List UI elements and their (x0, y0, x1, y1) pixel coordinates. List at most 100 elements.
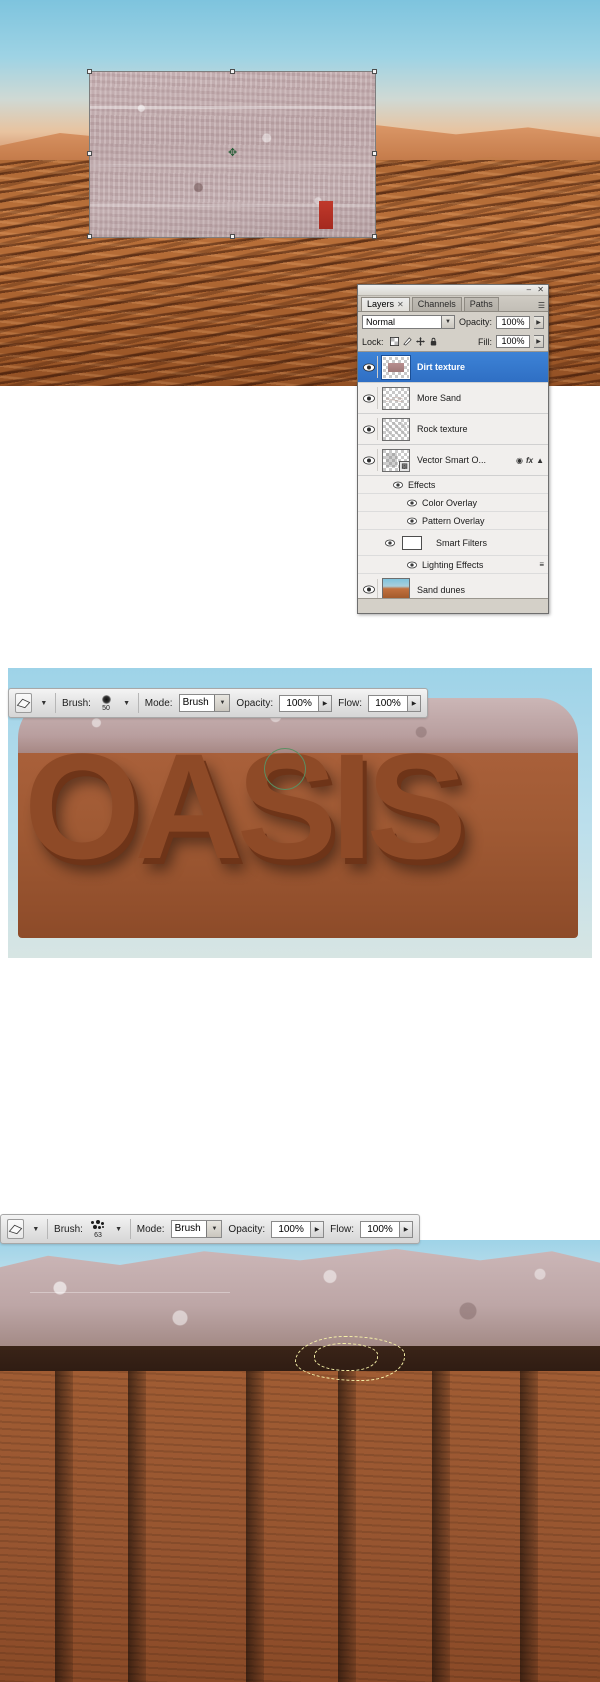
sub-row-label: Color Overlay (422, 497, 478, 508)
eraser-options-bar-top[interactable]: ▼ Brush: 50 ▼ Mode: Brush ▼ Opacity: 100… (8, 688, 428, 718)
layer-row-rock-texture[interactable]: Rock texture (358, 414, 548, 445)
sub-row-effects[interactable]: Effects (358, 476, 548, 494)
close-icon[interactable]: ✕ (397, 298, 404, 311)
sub-row-pattern-overlay[interactable]: Pattern Overlay (358, 512, 548, 530)
mode-select[interactable]: Brush ▼ (170, 1220, 223, 1238)
flow-slider-arrow-icon[interactable]: ▶ (400, 1220, 414, 1238)
soft-round-brush-icon[interactable]: 50 (97, 692, 115, 714)
mode-label: Mode: (136, 1223, 165, 1235)
lock-image-pixels-icon[interactable] (402, 337, 412, 346)
layer-thumbnail[interactable] (381, 354, 411, 380)
sub-row-color-overlay[interactable]: Color Overlay (358, 494, 548, 512)
flow-input[interactable]: 100% (368, 694, 409, 712)
texture-streak (90, 106, 375, 109)
sub-row-smart-filters[interactable]: Smart Filters (358, 530, 548, 556)
lock-fill-row[interactable]: Lock: Fill: 100% ▶ (358, 332, 548, 351)
letter-shadow-pillar (246, 1371, 264, 1682)
tool-preset-caret-icon[interactable]: ▼ (38, 700, 49, 707)
tab-channels-label: Channels (417, 299, 456, 309)
lasso-selection-marching-ants[interactable] (295, 1336, 405, 1381)
opacity-slider-arrow-icon[interactable]: ▶ (311, 1220, 325, 1238)
opacity-input[interactable]: 100% (271, 1220, 312, 1238)
transform-handle-tr[interactable] (372, 69, 377, 74)
tool-preset-caret-icon[interactable]: ▼ (30, 1226, 41, 1233)
transform-handle-tc[interactable] (230, 69, 235, 74)
panel-tab-strip[interactable]: Layers ✕ Channels Paths ☰ (358, 296, 548, 312)
mode-select[interactable]: Brush ▼ (178, 694, 231, 712)
cliff-front-face (0, 1371, 600, 1682)
filter-settings-icon[interactable]: ≡ (539, 560, 548, 569)
tab-paths[interactable]: Paths (463, 297, 499, 311)
eraser-tool-icon[interactable] (15, 693, 33, 713)
transform-handle-ml[interactable] (87, 151, 92, 156)
chevron-down-icon[interactable]: ▼ (214, 695, 230, 711)
sub-row-lighting-effects[interactable]: Lighting Effects ≡ (358, 556, 548, 574)
eraser-options-bar-bottom[interactable]: ▼ Brush: 63 ▼ Mode: Brush ▼ Opacity: 100… (0, 1214, 420, 1244)
fill-stepper[interactable]: ▶ (534, 335, 544, 348)
eye-icon[interactable] (392, 479, 404, 491)
layer-thumbnail[interactable] (382, 417, 410, 441)
eye-icon[interactable] (406, 515, 418, 527)
layers-panel[interactable]: – ✕ Layers ✕ Channels Paths ☰ Normal ▼ O… (357, 284, 549, 614)
lock-transparent-pixels-icon[interactable] (389, 337, 399, 346)
smart-object-badge-icon: ▩ (399, 460, 409, 471)
chevron-down-icon[interactable]: ▼ (440, 316, 454, 328)
eye-icon[interactable] (360, 449, 378, 471)
blend-mode-select[interactable]: Normal ▼ (362, 315, 455, 329)
tab-layers[interactable]: Layers ✕ (361, 297, 410, 311)
scatter-brush-icon[interactable]: 63 (89, 1218, 107, 1240)
letter-shadow-pillar (520, 1371, 538, 1682)
divider (130, 1219, 131, 1239)
smart-filter-mask-thumbnail[interactable] (402, 535, 422, 550)
opacity-stepper[interactable]: ▶ (534, 315, 544, 329)
transform-handle-mr[interactable] (372, 151, 377, 156)
tab-channels[interactable]: Channels (411, 297, 462, 311)
panel-menu-icon[interactable]: ☰ (538, 301, 545, 311)
brush-preset-caret-icon[interactable]: ▼ (121, 700, 132, 707)
flow-input[interactable]: 100% (360, 1220, 401, 1238)
layer-name: More Sand (417, 393, 462, 403)
layer-row-vector-smart-object[interactable]: ▩ Vector Smart O... ◉ fx ▲ (358, 445, 548, 476)
lock-position-icon[interactable] (415, 337, 425, 346)
eye-icon[interactable] (360, 356, 378, 378)
brush-preset-caret-icon[interactable]: ▼ (113, 1226, 124, 1233)
transform-handle-tl[interactable] (87, 69, 92, 74)
letter-shadow-pillar (128, 1371, 146, 1682)
chevron-down-icon[interactable]: ▼ (206, 1221, 222, 1237)
opacity-value: 100% (286, 697, 312, 709)
eye-icon[interactable] (406, 497, 418, 509)
opacity-slider-arrow-icon[interactable]: ▶ (319, 694, 333, 712)
expand-arrow-icon[interactable]: ▲ (536, 456, 544, 465)
blend-opacity-row[interactable]: Normal ▼ Opacity: 100% ▶ (358, 312, 548, 332)
lock-all-icon[interactable] (429, 337, 438, 346)
sub-row-label: Effects (408, 479, 436, 490)
opacity-input[interactable]: 100% (496, 315, 530, 329)
canvas-scene-cliff (0, 1196, 600, 1682)
panel-window-buttons[interactable]: – ✕ (527, 285, 546, 294)
smart-object-icon[interactable]: ◉ (516, 456, 523, 465)
layer-row-more-sand[interactable]: More Sand (358, 383, 548, 414)
eye-icon[interactable] (360, 387, 378, 409)
flow-slider-arrow-icon[interactable]: ▶ (408, 694, 422, 712)
fill-input[interactable]: 100% (496, 335, 530, 348)
layer-name: Vector Smart O... (417, 455, 487, 465)
layer-effects-fx-icon[interactable]: fx (526, 456, 533, 465)
transform-handle-bc[interactable] (230, 234, 235, 239)
eye-icon[interactable] (360, 578, 378, 598)
layer-thumbnail[interactable] (382, 386, 410, 410)
layer-row-sand-dunes[interactable]: Sand dunes (358, 574, 548, 598)
opacity-input[interactable]: 100% (279, 694, 320, 712)
eraser-tool-icon[interactable] (7, 1219, 25, 1239)
eye-icon[interactable] (360, 418, 378, 440)
eye-icon[interactable] (384, 537, 396, 549)
fill-label: Fill: (478, 336, 492, 347)
transform-handle-br[interactable] (372, 234, 377, 239)
layer-thumbnail[interactable] (382, 578, 410, 598)
layer-row-dirt-texture[interactable]: Dirt texture (358, 352, 548, 383)
eye-icon[interactable] (406, 559, 418, 571)
transform-handle-bl[interactable] (87, 234, 92, 239)
panel-titlebar[interactable]: – ✕ (358, 285, 548, 296)
layers-list[interactable]: Dirt texture More Sand Rock texture ▩ Ve… (358, 351, 548, 599)
opacity-value: 100% (278, 1223, 304, 1235)
layer-thumbnail[interactable]: ▩ (382, 448, 410, 472)
